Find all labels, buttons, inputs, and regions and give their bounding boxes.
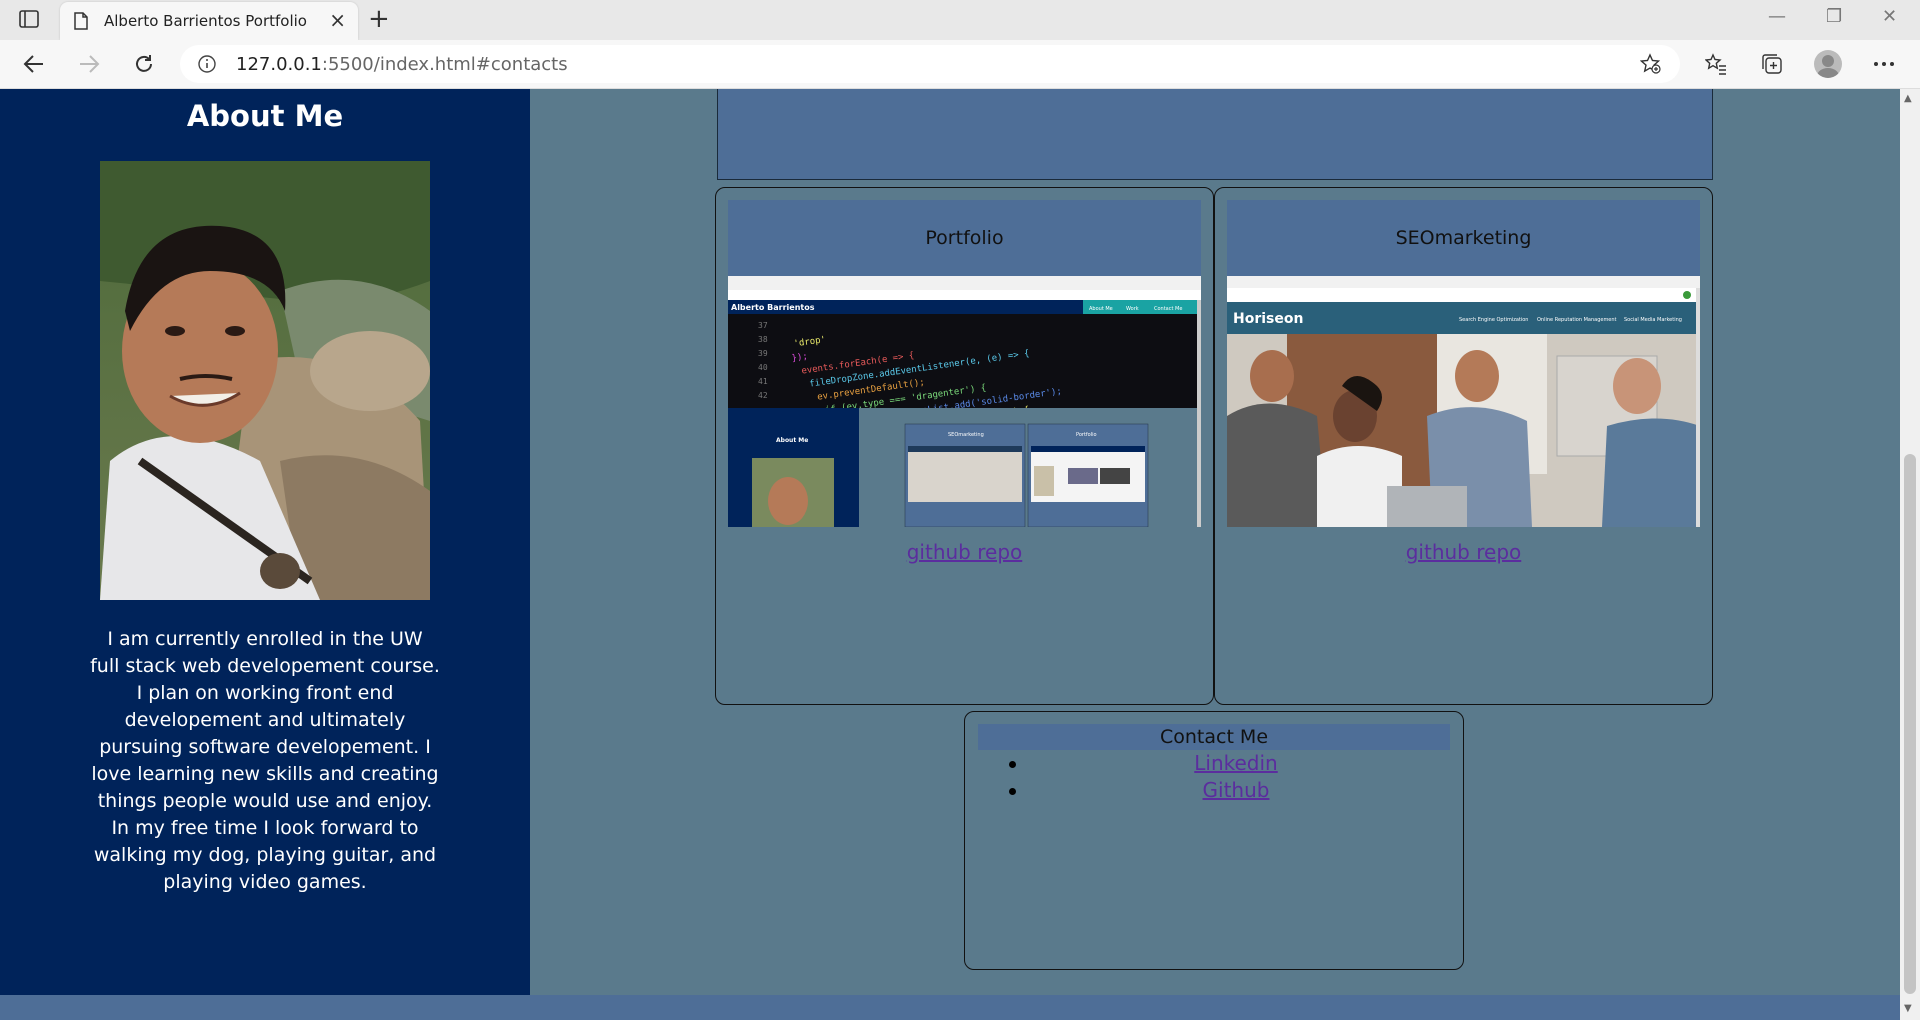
shot-card-label-seo: SEOmarketing: [948, 432, 984, 438]
shot-line-number: 37: [758, 321, 768, 330]
shot-site-title: Alberto Barrientos: [731, 303, 815, 312]
tab-actions-icon[interactable]: [18, 9, 40, 29]
shot-line-number: 41: [758, 377, 768, 386]
more-options-icon[interactable]: [1870, 50, 1898, 78]
scroll-up-icon[interactable]: ▲: [1904, 93, 1912, 104]
back-icon[interactable]: [20, 50, 48, 78]
scrollbar-thumb[interactable]: [1904, 454, 1916, 994]
shot-nav-social: Social Media Marketing: [1624, 317, 1682, 323]
browser-tab-bar: Alberto Barrientos Portfolio × + — ❐ ✕: [0, 0, 1920, 40]
page-footer: [0, 995, 1900, 1020]
contact-card: Contact Me Linkedin Github: [964, 711, 1464, 970]
shot-line-number: 38: [758, 335, 768, 344]
project-title: SEOmarketing: [1227, 200, 1700, 276]
close-tab-icon[interactable]: ×: [329, 8, 346, 32]
browser-toolbar: 127.0.0.1:5500/index.html#contacts: [0, 40, 1920, 89]
project-card-seomarketing: SEOmarketing Horiseon Search Engine Opti…: [1214, 187, 1713, 705]
close-window-icon[interactable]: ✕: [1882, 6, 1897, 27]
linkedin-link[interactable]: Linkedin: [1150, 751, 1277, 775]
page-icon: [74, 12, 88, 34]
bullet-icon: [1009, 761, 1016, 768]
contact-title: Contact Me: [978, 724, 1450, 750]
url-text: 127.0.0.1:5500/index.html#contacts: [236, 54, 568, 75]
shot-about-label: About Me: [776, 437, 808, 444]
about-text: I am currently enrolled in the UW full s…: [90, 628, 440, 893]
seomarketing-repo-link[interactable]: github repo: [1215, 540, 1712, 564]
shot-nav-reputation: Online Reputation Management: [1537, 317, 1617, 323]
shot-nav-work: Work: [1126, 306, 1139, 312]
shot-nav-seo: Search Engine Optimization: [1459, 317, 1528, 323]
scroll-down-icon[interactable]: ▼: [1904, 1003, 1912, 1014]
minimize-icon[interactable]: —: [1768, 6, 1786, 27]
tab-title: Alberto Barrientos Portfolio: [104, 12, 307, 30]
portfolio-repo-link[interactable]: github repo: [716, 540, 1213, 564]
shot-nav-about: About Me: [1089, 306, 1113, 312]
profile-photo: [100, 161, 430, 600]
shot-nav-contact: Contact Me: [1154, 306, 1182, 312]
profile-avatar[interactable]: [1814, 50, 1842, 78]
about-sidebar: About Me I am currently enrolled in the …: [0, 89, 530, 995]
list-item: Github: [965, 777, 1463, 804]
list-item: Linkedin: [965, 750, 1463, 777]
portfolio-screenshot: Alberto Barrientos About Me Work Contact…: [728, 276, 1201, 527]
project-card-portfolio: Portfolio Alberto Barrientos About Me Wo…: [715, 187, 1214, 705]
bullet-icon: [1009, 788, 1016, 795]
shot-line-number: 42: [758, 391, 768, 400]
project-title: Portfolio: [728, 200, 1201, 276]
add-favorite-icon[interactable]: [1639, 53, 1662, 79]
seomarketing-screenshot: Horiseon Search Engine Optimization Onli…: [1227, 276, 1700, 527]
new-tab-icon[interactable]: +: [368, 4, 390, 34]
restore-icon[interactable]: ❐: [1826, 6, 1842, 27]
github-link[interactable]: Github: [1159, 778, 1270, 802]
collections-icon[interactable]: [1758, 50, 1786, 78]
about-heading: About Me: [186, 99, 344, 133]
browser-tab[interactable]: Alberto Barrientos Portfolio ×: [60, 2, 358, 40]
previous-project-card: [717, 89, 1713, 180]
vertical-scrollbar[interactable]: ▲ ▼: [1900, 89, 1920, 1020]
forward-icon[interactable]: [75, 50, 103, 78]
shot-line-number: 39: [758, 349, 768, 358]
site-info-icon[interactable]: [198, 55, 216, 77]
reload-icon[interactable]: [130, 50, 158, 78]
shot-line-number: 40: [758, 363, 768, 372]
favorites-icon[interactable]: [1702, 50, 1730, 78]
shot-card-label-portfolio: Portfolio: [1076, 432, 1097, 438]
page-content: About Me I am currently enrolled in the …: [0, 89, 1900, 1020]
shot-brand: Horiseon: [1233, 311, 1303, 327]
contact-links-list: Linkedin Github: [965, 750, 1463, 804]
address-bar[interactable]: 127.0.0.1:5500/index.html#contacts: [180, 45, 1680, 83]
